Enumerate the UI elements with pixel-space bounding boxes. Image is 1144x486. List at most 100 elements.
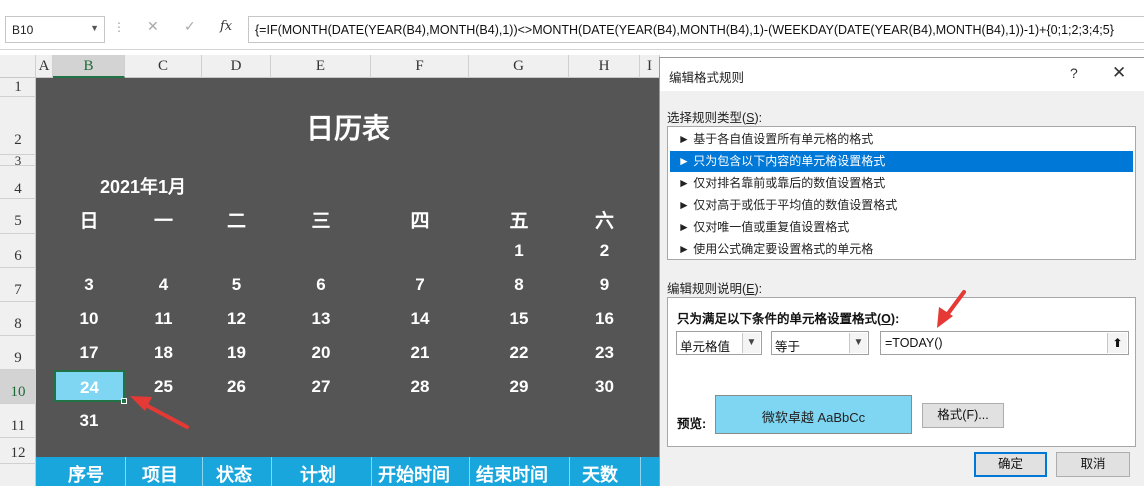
ok-button[interactable]: 确定	[974, 452, 1047, 477]
column-header-c[interactable]: C	[125, 55, 202, 78]
column-header-d[interactable]: D	[202, 55, 271, 78]
drag-handle-icon[interactable]: ⋮	[113, 20, 126, 34]
chevron-down-icon[interactable]: ▼	[742, 333, 760, 353]
selected-cell-b10[interactable]: 24	[54, 370, 125, 402]
row-header-5[interactable]: 5	[0, 199, 36, 234]
rule-type-item[interactable]: ► 使用公式确定要设置格式的单元格	[670, 239, 1133, 260]
header-cell-start-time[interactable]: 开始时间	[378, 461, 450, 486]
calendar-day[interactable]: 17	[53, 343, 125, 363]
column-header-f[interactable]: F	[371, 55, 469, 78]
fill-handle[interactable]	[121, 398, 127, 404]
dialog-title: 编辑格式规则	[669, 71, 745, 85]
header-cell-days[interactable]: 天数	[582, 461, 618, 486]
header-divider	[640, 457, 641, 486]
calendar-day[interactable]: 7	[371, 275, 469, 295]
calendar-day[interactable]: 30	[569, 377, 640, 397]
insert-function-icon[interactable]: fx	[220, 19, 232, 34]
column-header-i[interactable]: I	[640, 55, 660, 78]
calendar-day[interactable]: 6	[271, 275, 371, 295]
weekday-sun: 日	[79, 211, 99, 232]
column-header-e[interactable]: E	[271, 55, 371, 78]
rule-type-item[interactable]: ► 基于各自值设置所有单元格的格式	[670, 129, 1133, 150]
calendar-day[interactable]: 21	[371, 343, 469, 363]
cancel-entry-icon[interactable]: ✕	[147, 18, 159, 35]
column-header-g[interactable]: G	[469, 55, 569, 78]
row-header-1[interactable]: 1	[0, 78, 36, 97]
calendar-title: 日历表	[305, 113, 390, 144]
close-icon[interactable]: ✕	[1112, 63, 1126, 83]
formula-bar: B10 ▼ ⋮ ✕ ✓ fx {=IF(MONTH(DATE(YEAR(B4),…	[0, 10, 1144, 50]
calendar-day[interactable]: 5	[202, 275, 271, 295]
header-cell-end-time[interactable]: 结束时间	[476, 461, 548, 486]
select-all-corner[interactable]	[0, 55, 36, 78]
rule-type-item[interactable]: ► 仅对排名靠前或靠后的数值设置格式	[670, 173, 1133, 194]
rule-description-label: 编辑规则说明(E):	[667, 282, 763, 296]
header-cell-index[interactable]: 序号	[68, 461, 104, 486]
column-header-b[interactable]: B	[53, 55, 125, 78]
calendar-day[interactable]: 22	[469, 343, 569, 363]
calendar-day[interactable]: 4	[125, 275, 202, 295]
condition-type-select[interactable]: 单元格值 ▼	[676, 331, 762, 355]
calendar-day[interactable]: 3	[53, 275, 125, 295]
calendar-day[interactable]: 31	[53, 411, 125, 431]
calendar-day[interactable]: 9	[569, 275, 640, 295]
row-header-8[interactable]: 8	[0, 302, 36, 336]
row-header-12[interactable]: 12	[0, 438, 36, 464]
calendar-day[interactable]: 20	[271, 343, 371, 363]
rule-type-item[interactable]: ► 仅对唯一值或重复值设置格式	[670, 217, 1133, 238]
chevron-down-icon[interactable]: ▼	[90, 23, 99, 33]
cancel-button[interactable]: 取消	[1056, 452, 1130, 477]
calendar-day[interactable]: 12	[202, 309, 271, 329]
rule-type-label: 选择规则类型(S):	[667, 111, 763, 125]
operator-select[interactable]: 等于 ▼	[771, 331, 869, 355]
header-divider	[569, 457, 570, 486]
calendar-day[interactable]: 28	[371, 377, 469, 397]
header-divider	[371, 457, 372, 486]
formula-text: {=IF(MONTH(DATE(YEAR(B4),MONTH(B4),1))<>…	[255, 23, 1114, 37]
header-cell-status[interactable]: 状态	[216, 461, 252, 486]
formula-input[interactable]: {=IF(MONTH(DATE(YEAR(B4),MONTH(B4),1))<>…	[248, 16, 1144, 43]
calendar-day[interactable]: 8	[469, 275, 569, 295]
condition-value-input[interactable]: =TODAY() ⬆	[880, 331, 1129, 355]
dialog-titlebar[interactable]: 编辑格式规则 ? ✕	[660, 58, 1144, 91]
rule-type-list[interactable]: ► 基于各自值设置所有单元格的格式 ► 只为包含以下内容的单元格设置格式 ► 仅…	[667, 126, 1136, 260]
row-header-3[interactable]: 3	[0, 154, 36, 167]
header-cell-plan[interactable]: 计划	[300, 461, 336, 486]
calendar-day[interactable]: 2	[569, 241, 640, 261]
worksheet-grid[interactable]: A B C D E F G H I 1 2 3 4 5 6 7 8 9 10 1…	[0, 55, 660, 486]
calendar-day[interactable]: 13	[271, 309, 371, 329]
column-header-h[interactable]: H	[569, 55, 640, 78]
calendar-day[interactable]: 11	[125, 309, 202, 329]
calendar-day[interactable]: 19	[202, 343, 271, 363]
calendar-day[interactable]: 27	[271, 377, 371, 397]
confirm-entry-icon[interactable]: ✓	[184, 18, 196, 35]
row-header-6[interactable]: 6	[0, 234, 36, 268]
collapse-dialog-icon[interactable]: ⬆	[1107, 333, 1127, 353]
chevron-down-icon[interactable]: ▼	[849, 333, 867, 353]
row-header-11[interactable]: 11	[0, 404, 36, 438]
format-button[interactable]: 格式(F)...	[922, 403, 1004, 428]
column-headers: A B C D E F G H I	[0, 55, 660, 78]
calendar-day[interactable]: 16	[569, 309, 640, 329]
calendar-day[interactable]: 18	[125, 343, 202, 363]
calendar-day[interactable]: 29	[469, 377, 569, 397]
row-header-7[interactable]: 7	[0, 268, 36, 302]
header-divider	[469, 457, 470, 486]
row-header-2[interactable]: 2	[0, 97, 36, 155]
row-header-9[interactable]: 9	[0, 336, 36, 370]
row-header-10[interactable]: 10	[0, 370, 36, 404]
name-box[interactable]: B10 ▼	[5, 16, 105, 43]
calendar-day[interactable]: 23	[569, 343, 640, 363]
header-cell-project[interactable]: 项目	[142, 461, 178, 486]
calendar-day[interactable]: 10	[53, 309, 125, 329]
calendar-day[interactable]: 15	[469, 309, 569, 329]
rule-type-item-selected[interactable]: ► 只为包含以下内容的单元格设置格式	[670, 151, 1133, 172]
row-header-4[interactable]: 4	[0, 166, 36, 199]
column-header-a[interactable]: A	[36, 55, 53, 78]
rule-type-item[interactable]: ► 仅对高于或低于平均值的数值设置格式	[670, 195, 1133, 216]
help-icon[interactable]: ?	[1070, 65, 1078, 81]
calendar-day[interactable]: 1	[469, 241, 569, 261]
calendar-day[interactable]: 25	[125, 377, 202, 397]
calendar-day[interactable]: 14	[371, 309, 469, 329]
calendar-day[interactable]: 26	[202, 377, 271, 397]
